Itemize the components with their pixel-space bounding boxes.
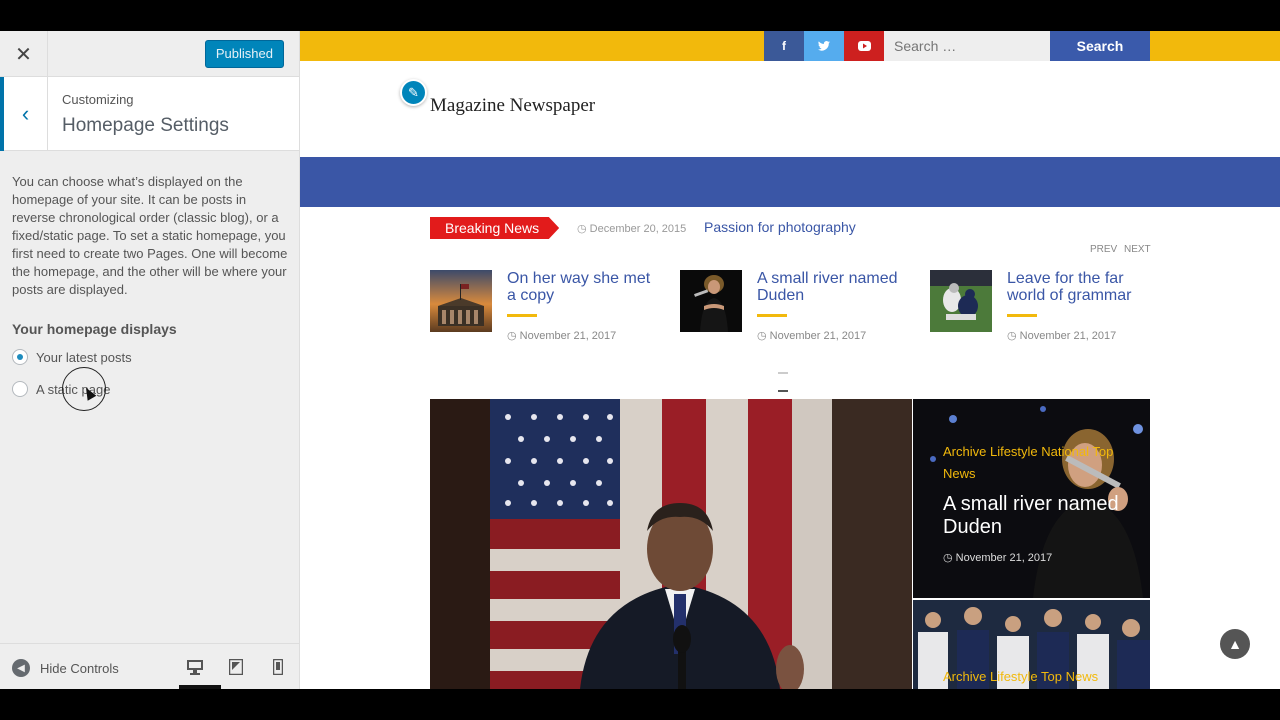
post-date-text: November 21, 2017	[955, 552, 1053, 564]
card-date: ◷ November 21, 2017	[507, 329, 616, 342]
mobile-icon	[273, 659, 283, 675]
search-button[interactable]: Search	[1050, 31, 1150, 61]
customizer-panel: ✕ Published ‹ Customizing Homepage Setti…	[0, 31, 300, 689]
slider-prev-button[interactable]: PREV	[1090, 244, 1117, 255]
breaking-news-date: ◷ December 20, 2015	[577, 222, 686, 235]
edit-shortcut-button[interactable]: ✎	[400, 79, 427, 106]
card-title[interactable]: Leave for the far world of grammar	[1007, 270, 1157, 304]
breaking-news-label: Breaking News	[430, 217, 560, 239]
section-title: Homepage Settings	[62, 115, 229, 136]
youtube-link[interactable]	[844, 31, 884, 61]
top-bar: f Search	[300, 31, 1280, 61]
featured-photo-speaker	[430, 399, 912, 689]
radio-label: Your latest posts	[36, 349, 132, 365]
chevron-left-icon: ‹	[21, 101, 30, 126]
featured-post-side[interactable]: Archive Lifestyle Top News	[913, 600, 1150, 689]
close-customizer-button[interactable]: ✕	[0, 31, 48, 77]
post-date: ◷ November 21, 2017	[943, 551, 1052, 564]
card-thumbnail-football[interactable]	[930, 270, 992, 332]
slider-pagination	[778, 361, 808, 392]
hide-controls-label: Hide Controls	[40, 660, 119, 676]
card-date: ◷ November 21, 2017	[757, 329, 866, 342]
clock-icon: ◷	[757, 330, 770, 342]
section-description: You can choose what’s displayed on the h…	[12, 174, 288, 297]
panel-header: ✕ Published	[0, 31, 299, 77]
card-date: ◷ November 21, 2017	[1007, 329, 1116, 342]
hide-controls-button[interactable]: ◀ Hide Controls	[12, 659, 119, 677]
option-heading: Your homepage displays	[12, 321, 177, 337]
tablet-preview-button[interactable]	[226, 657, 246, 677]
pencil-icon: ✎	[408, 84, 419, 100]
card-title[interactable]: A small river named Duden	[757, 270, 907, 304]
site-preview: f Search ✎ Magazine Newspaper Breaking N…	[300, 31, 1280, 689]
back-button[interactable]: ‹	[0, 77, 48, 151]
radio-button-unchecked[interactable]	[12, 381, 28, 397]
published-button[interactable]: Published	[204, 40, 284, 68]
mobile-preview-button[interactable]	[268, 657, 288, 677]
breaking-date-text: December 20, 2015	[589, 223, 687, 235]
featured-image-main[interactable]	[430, 399, 912, 689]
radio-latest-posts[interactable]: Your latest posts	[12, 349, 132, 365]
close-icon: ✕	[15, 43, 32, 66]
breadcrumb: Customizing	[62, 92, 134, 107]
section-header: ‹ Customizing Homepage Settings	[0, 77, 299, 151]
clock-icon: ◷	[507, 330, 520, 342]
card-divider	[507, 314, 537, 317]
twitter-icon	[818, 41, 830, 51]
card-date-text: November 21, 2017	[519, 330, 617, 342]
news-card: A small river named Duden ◷ November 21,…	[680, 270, 910, 350]
customizer-window: ✕ Published ‹ Customizing Homepage Setti…	[0, 31, 1280, 689]
facebook-icon: f	[782, 39, 786, 53]
news-card: On her way she met a copy ◷ November 21,…	[430, 270, 660, 350]
post-categories[interactable]: Archive Lifestyle Top News	[943, 666, 1150, 688]
panel-footer: ◀ Hide Controls	[0, 643, 299, 689]
chevron-up-icon: ▲	[1228, 636, 1242, 652]
post-categories[interactable]: Archive Lifestyle National Top News	[943, 441, 1143, 485]
card-divider	[757, 314, 787, 317]
breaking-news-title[interactable]: Passion for photography	[704, 219, 856, 235]
card-thumbnail-white-house[interactable]	[430, 270, 492, 332]
radio-button-checked[interactable]	[12, 349, 28, 365]
back-to-top-button[interactable]: ▲	[1220, 629, 1250, 659]
facebook-link[interactable]: f	[764, 31, 804, 61]
news-card: Leave for the far world of grammar ◷ Nov…	[930, 270, 1160, 350]
slider-dot[interactable]	[778, 372, 788, 374]
site-logo[interactable]: Magazine Newspaper	[430, 95, 595, 117]
clock-icon: ◷	[1007, 330, 1020, 342]
clock-icon: ◷	[577, 223, 590, 235]
tablet-icon	[229, 659, 243, 675]
main-navigation-bar	[300, 157, 1280, 207]
card-title[interactable]: On her way she met a copy	[507, 270, 657, 304]
collapse-icon: ◀	[12, 659, 30, 677]
desktop-icon	[187, 659, 203, 675]
slider-next-button[interactable]: NEXT	[1124, 244, 1151, 255]
twitter-link[interactable]	[804, 31, 844, 61]
featured-post-side[interactable]: Archive Lifestyle National Top News A sm…	[913, 399, 1150, 598]
card-thumbnail-singer[interactable]	[680, 270, 742, 332]
post-title[interactable]: A small river named Duden	[943, 493, 1133, 539]
card-date-text: November 21, 2017	[1019, 330, 1117, 342]
clock-icon: ◷	[943, 552, 956, 564]
card-divider	[1007, 314, 1037, 317]
desktop-preview-button[interactable]	[179, 657, 221, 689]
card-date-text: November 21, 2017	[769, 330, 867, 342]
youtube-icon	[857, 41, 871, 51]
slider-dot-active[interactable]	[778, 390, 788, 392]
search-input[interactable]	[884, 31, 1050, 61]
